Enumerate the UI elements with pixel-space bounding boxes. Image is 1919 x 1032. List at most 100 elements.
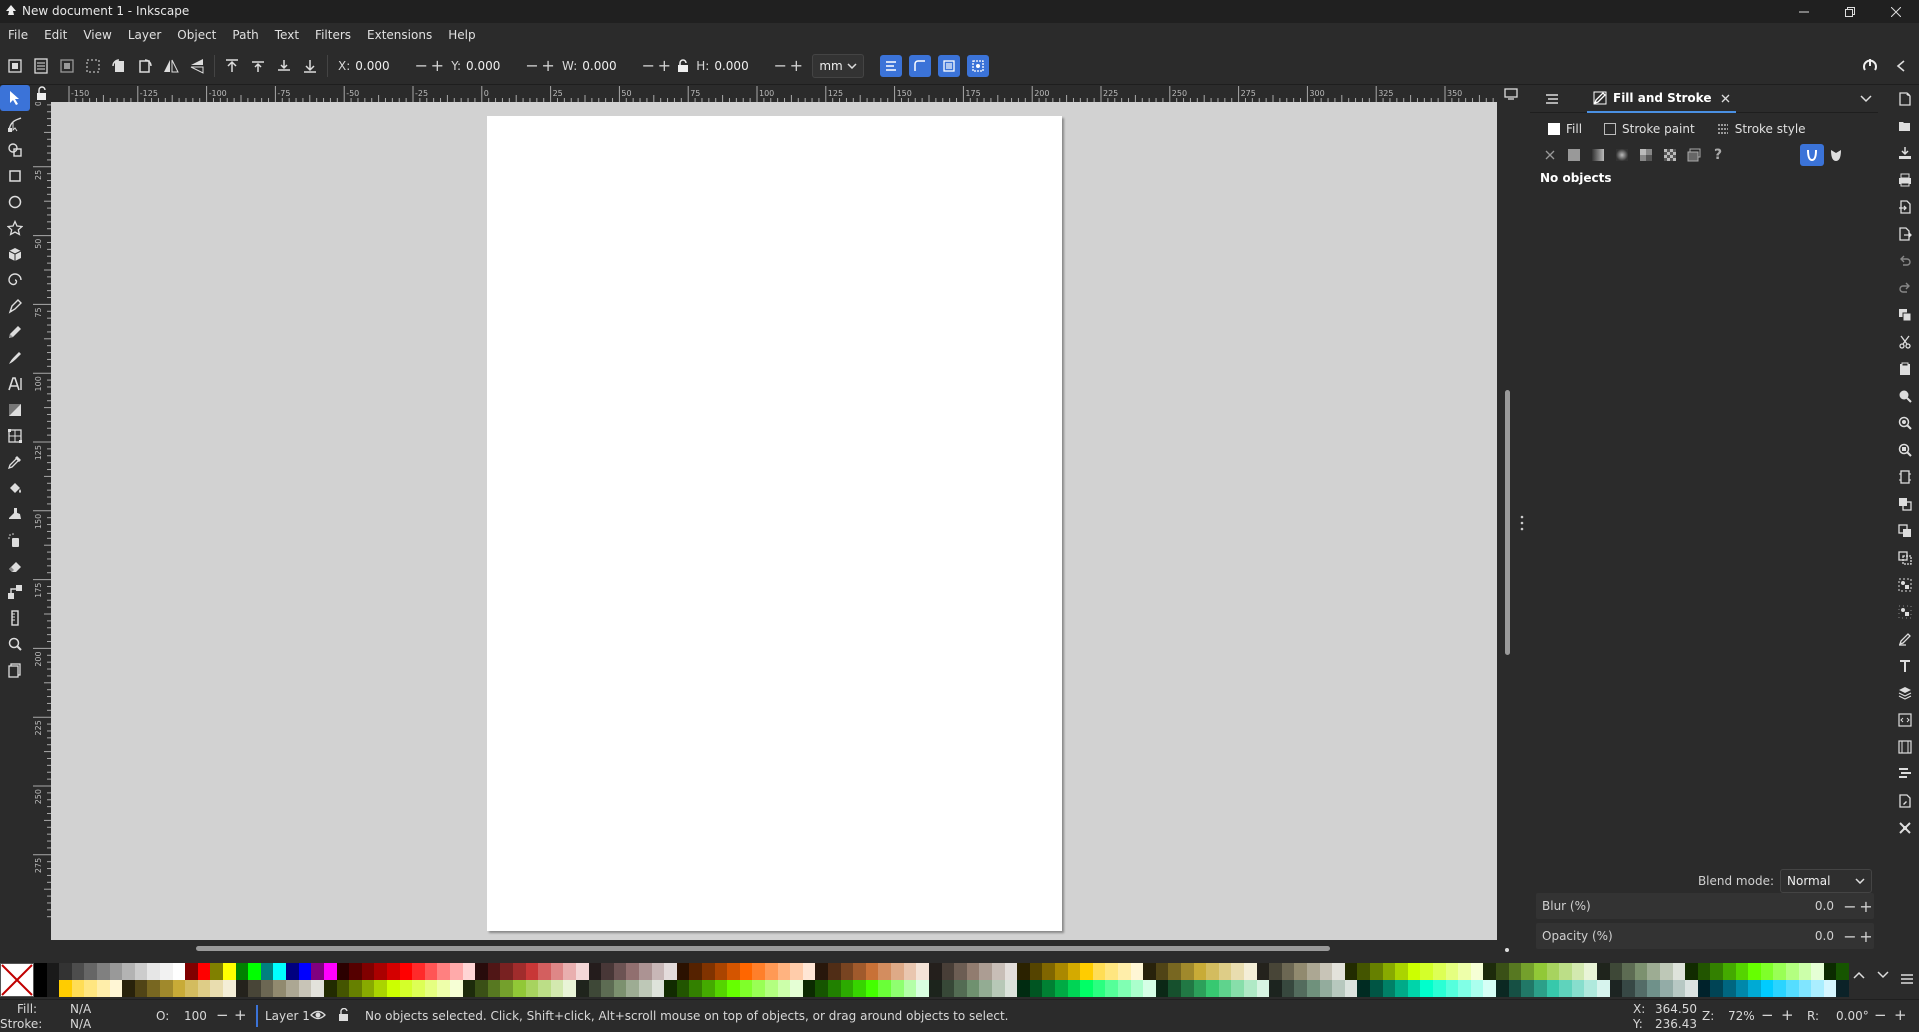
subtab-stroke-style[interactable]: Stroke style xyxy=(1717,122,1806,136)
color-swatch[interactable] xyxy=(386,980,400,997)
zoom-page-width-button[interactable] xyxy=(1890,463,1919,490)
color-swatch[interactable] xyxy=(122,980,135,997)
color-swatch[interactable] xyxy=(1445,963,1459,980)
color-swatch[interactable] xyxy=(651,980,665,997)
y-increment-button[interactable]: + xyxy=(540,55,556,77)
zoom-out-button[interactable]: − xyxy=(1761,1006,1774,1024)
zoom-selection-button[interactable] xyxy=(1890,382,1919,409)
color-swatch[interactable] xyxy=(462,963,476,980)
spray-tool[interactable] xyxy=(0,527,30,553)
color-swatch[interactable] xyxy=(1483,963,1497,980)
rotate-decrement-button[interactable]: − xyxy=(1874,1006,1887,1024)
color-swatch[interactable] xyxy=(1470,980,1484,997)
dropper-tool[interactable] xyxy=(0,449,30,475)
color-swatch[interactable] xyxy=(109,963,123,980)
document-properties-button[interactable] xyxy=(1890,787,1919,814)
x-decrement-button[interactable]: − xyxy=(413,55,429,77)
color-swatch[interactable] xyxy=(1672,963,1686,980)
radial-gradient-button[interactable] xyxy=(1610,144,1634,166)
current-layer-name[interactable]: Layer 1 xyxy=(265,1009,310,1023)
color-swatch[interactable] xyxy=(1760,980,1774,997)
print-button[interactable] xyxy=(1890,166,1919,193)
color-swatch[interactable] xyxy=(1105,963,1118,980)
color-swatch[interactable] xyxy=(1042,963,1055,980)
paste-button[interactable] xyxy=(1890,355,1919,382)
color-swatch[interactable] xyxy=(1155,963,1169,980)
color-swatch[interactable] xyxy=(1836,963,1849,980)
color-swatch[interactable] xyxy=(172,980,186,997)
menu-text[interactable]: Text xyxy=(267,23,307,47)
subtab-fill[interactable]: Fill xyxy=(1548,122,1582,136)
color-swatch[interactable] xyxy=(739,980,753,997)
color-swatch[interactable] xyxy=(109,980,123,997)
color-swatch[interactable] xyxy=(1685,963,1698,980)
color-swatch[interactable] xyxy=(311,980,324,997)
color-swatch[interactable] xyxy=(1470,963,1484,980)
color-swatch[interactable] xyxy=(954,963,967,980)
color-swatch[interactable] xyxy=(475,963,488,980)
raise-to-top-button[interactable] xyxy=(219,53,245,79)
color-swatch[interactable] xyxy=(815,980,829,997)
color-swatch[interactable] xyxy=(487,980,501,997)
color-swatch[interactable] xyxy=(563,963,576,980)
color-swatch[interactable] xyxy=(1785,963,1799,980)
color-swatch[interactable] xyxy=(891,980,904,997)
color-swatch[interactable] xyxy=(1407,963,1421,980)
color-swatch[interactable] xyxy=(1433,980,1446,997)
y-input[interactable] xyxy=(464,54,525,77)
color-swatch[interactable] xyxy=(437,963,450,980)
color-swatch[interactable] xyxy=(1798,980,1812,997)
color-swatch[interactable] xyxy=(1697,980,1711,997)
color-swatch[interactable] xyxy=(1080,980,1093,997)
color-swatch[interactable] xyxy=(1521,963,1534,980)
color-swatch[interactable] xyxy=(1256,980,1270,997)
color-swatch[interactable] xyxy=(210,980,224,997)
opacity-value[interactable]: 0.0 xyxy=(1815,929,1834,943)
color-swatch[interactable] xyxy=(538,963,551,980)
rotate-ccw-button[interactable] xyxy=(106,53,132,79)
connector-tool[interactable] xyxy=(0,579,30,605)
color-swatch[interactable] xyxy=(1508,963,1522,980)
color-swatch[interactable] xyxy=(349,963,362,980)
color-swatch[interactable] xyxy=(172,963,186,980)
opacity-decrement-button[interactable]: − xyxy=(1842,925,1858,947)
color-swatch[interactable] xyxy=(1496,963,1509,980)
color-swatch[interactable] xyxy=(1193,980,1207,997)
color-swatch[interactable] xyxy=(235,980,249,997)
mesh-gradient-button[interactable] xyxy=(1634,144,1658,166)
color-swatch[interactable] xyxy=(853,963,866,980)
color-swatch[interactable] xyxy=(512,963,526,980)
open-button[interactable] xyxy=(1890,112,1919,139)
color-swatch[interactable] xyxy=(1395,980,1408,997)
opacity-slider[interactable]: Opacity (%) 0.0 − + xyxy=(1536,923,1874,949)
color-swatch[interactable] xyxy=(954,980,967,997)
pattern-button[interactable] xyxy=(1658,144,1682,166)
tab-fill-and-stroke[interactable]: Fill and Stroke xyxy=(1587,85,1737,113)
menu-file[interactable]: File xyxy=(0,23,36,47)
color-swatch[interactable] xyxy=(34,963,47,980)
copy-button[interactable] xyxy=(1890,301,1919,328)
color-swatch[interactable] xyxy=(1168,963,1181,980)
y-decrement-button[interactable]: − xyxy=(524,55,540,77)
zoom-tool[interactable] xyxy=(0,631,30,657)
unit-select[interactable]: mm xyxy=(812,53,865,78)
color-swatch[interactable] xyxy=(916,980,929,997)
color-swatch[interactable] xyxy=(1294,963,1308,980)
subtab-stroke-paint[interactable]: Stroke paint xyxy=(1604,122,1695,136)
menu-object[interactable]: Object xyxy=(169,23,224,47)
color-swatch[interactable] xyxy=(134,963,148,980)
scale-stroke-toggle[interactable] xyxy=(880,54,903,77)
color-swatch[interactable] xyxy=(462,980,476,997)
color-swatch[interactable] xyxy=(1168,980,1181,997)
color-swatch[interactable] xyxy=(1433,963,1446,980)
color-swatch[interactable] xyxy=(689,980,703,997)
color-swatch[interactable] xyxy=(1357,980,1371,997)
color-swatch[interactable] xyxy=(613,963,627,980)
color-swatch[interactable] xyxy=(1420,963,1434,980)
color-swatch[interactable] xyxy=(1672,980,1686,997)
color-swatch[interactable] xyxy=(1533,980,1547,997)
unlink-clone-button[interactable] xyxy=(1890,544,1919,571)
color-swatch[interactable] xyxy=(1521,980,1534,997)
calligraphy-tool[interactable] xyxy=(0,345,30,371)
color-swatch[interactable] xyxy=(1017,963,1030,980)
